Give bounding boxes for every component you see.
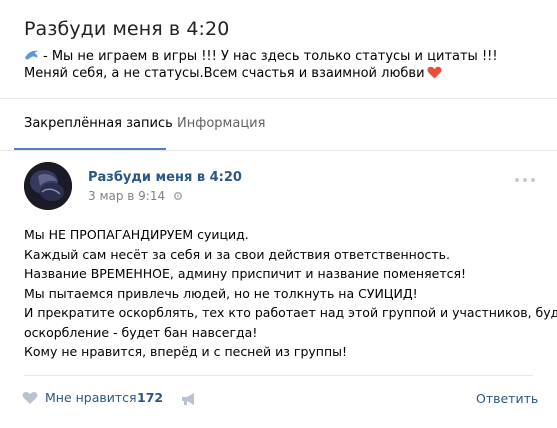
post-text-line: Мы НЕ ПРОПАГАНДИРУЕМ суицид.: [24, 227, 249, 242]
post-date-row: 3 мар в 9:14: [88, 189, 183, 203]
page: Разбуди меня в 4:20 - Мы не играем в игр…: [0, 0, 557, 428]
pinned-post: Разбуди меня в 4:20 3 мар в 9:14 Мы НЕ П…: [0, 151, 557, 428]
like-label: Мне нравится: [45, 390, 137, 405]
group-status: - Мы не играем в игры !!! У нас здесь то…: [24, 48, 539, 82]
like-heart-icon: [22, 392, 38, 404]
post-text: Мы НЕ ПРОПАГАНДИРУЕМ суицид. Каждый сам …: [24, 225, 557, 362]
share-megaphone-icon[interactable]: [180, 391, 198, 407]
gear-icon: [173, 191, 182, 201]
group-header: Разбуди меня в 4:20 - Мы не играем в игр…: [0, 0, 557, 151]
tab-info[interactable]: Информация: [177, 116, 265, 131]
heart-emoji-icon: [426, 66, 442, 79]
post-actions-divider: [24, 375, 533, 376]
post-author-link[interactable]: Разбуди меня в 4:20: [88, 170, 242, 185]
post-text-line: Каждый сам несёт за себя и за свои дейст…: [24, 246, 450, 262]
post-text-line: оскорбление - будет бан навсегда!: [24, 324, 258, 340]
reply-button[interactable]: Ответить: [476, 391, 538, 406]
tabs: Закреплённая запись Информация: [0, 99, 557, 150]
post-text-line: И прекратите оскорблять, тех кто работае…: [24, 305, 557, 320]
avatar-image: [24, 162, 72, 210]
post-text-line: Мы пытаемся привлечь людей, но не толкну…: [24, 285, 418, 301]
tab-pinned-post[interactable]: Закреплённая запись: [24, 116, 173, 131]
avatar[interactable]: [24, 162, 72, 210]
more-dots-icon[interactable]: [514, 177, 536, 183]
like-count: 172: [137, 390, 164, 405]
active-tab-indicator: [14, 148, 166, 150]
post-date[interactable]: 3 мар в 9:14: [88, 189, 165, 203]
dolphin-icon: [25, 50, 38, 60]
post-text-line: Название ВРЕМЕННОЕ, админу приспичит и н…: [24, 266, 467, 281]
post-text-line: Кому не нравится, вперёд и с песней из г…: [24, 344, 348, 359]
group-title: Разбуди меня в 4:20: [24, 18, 230, 40]
